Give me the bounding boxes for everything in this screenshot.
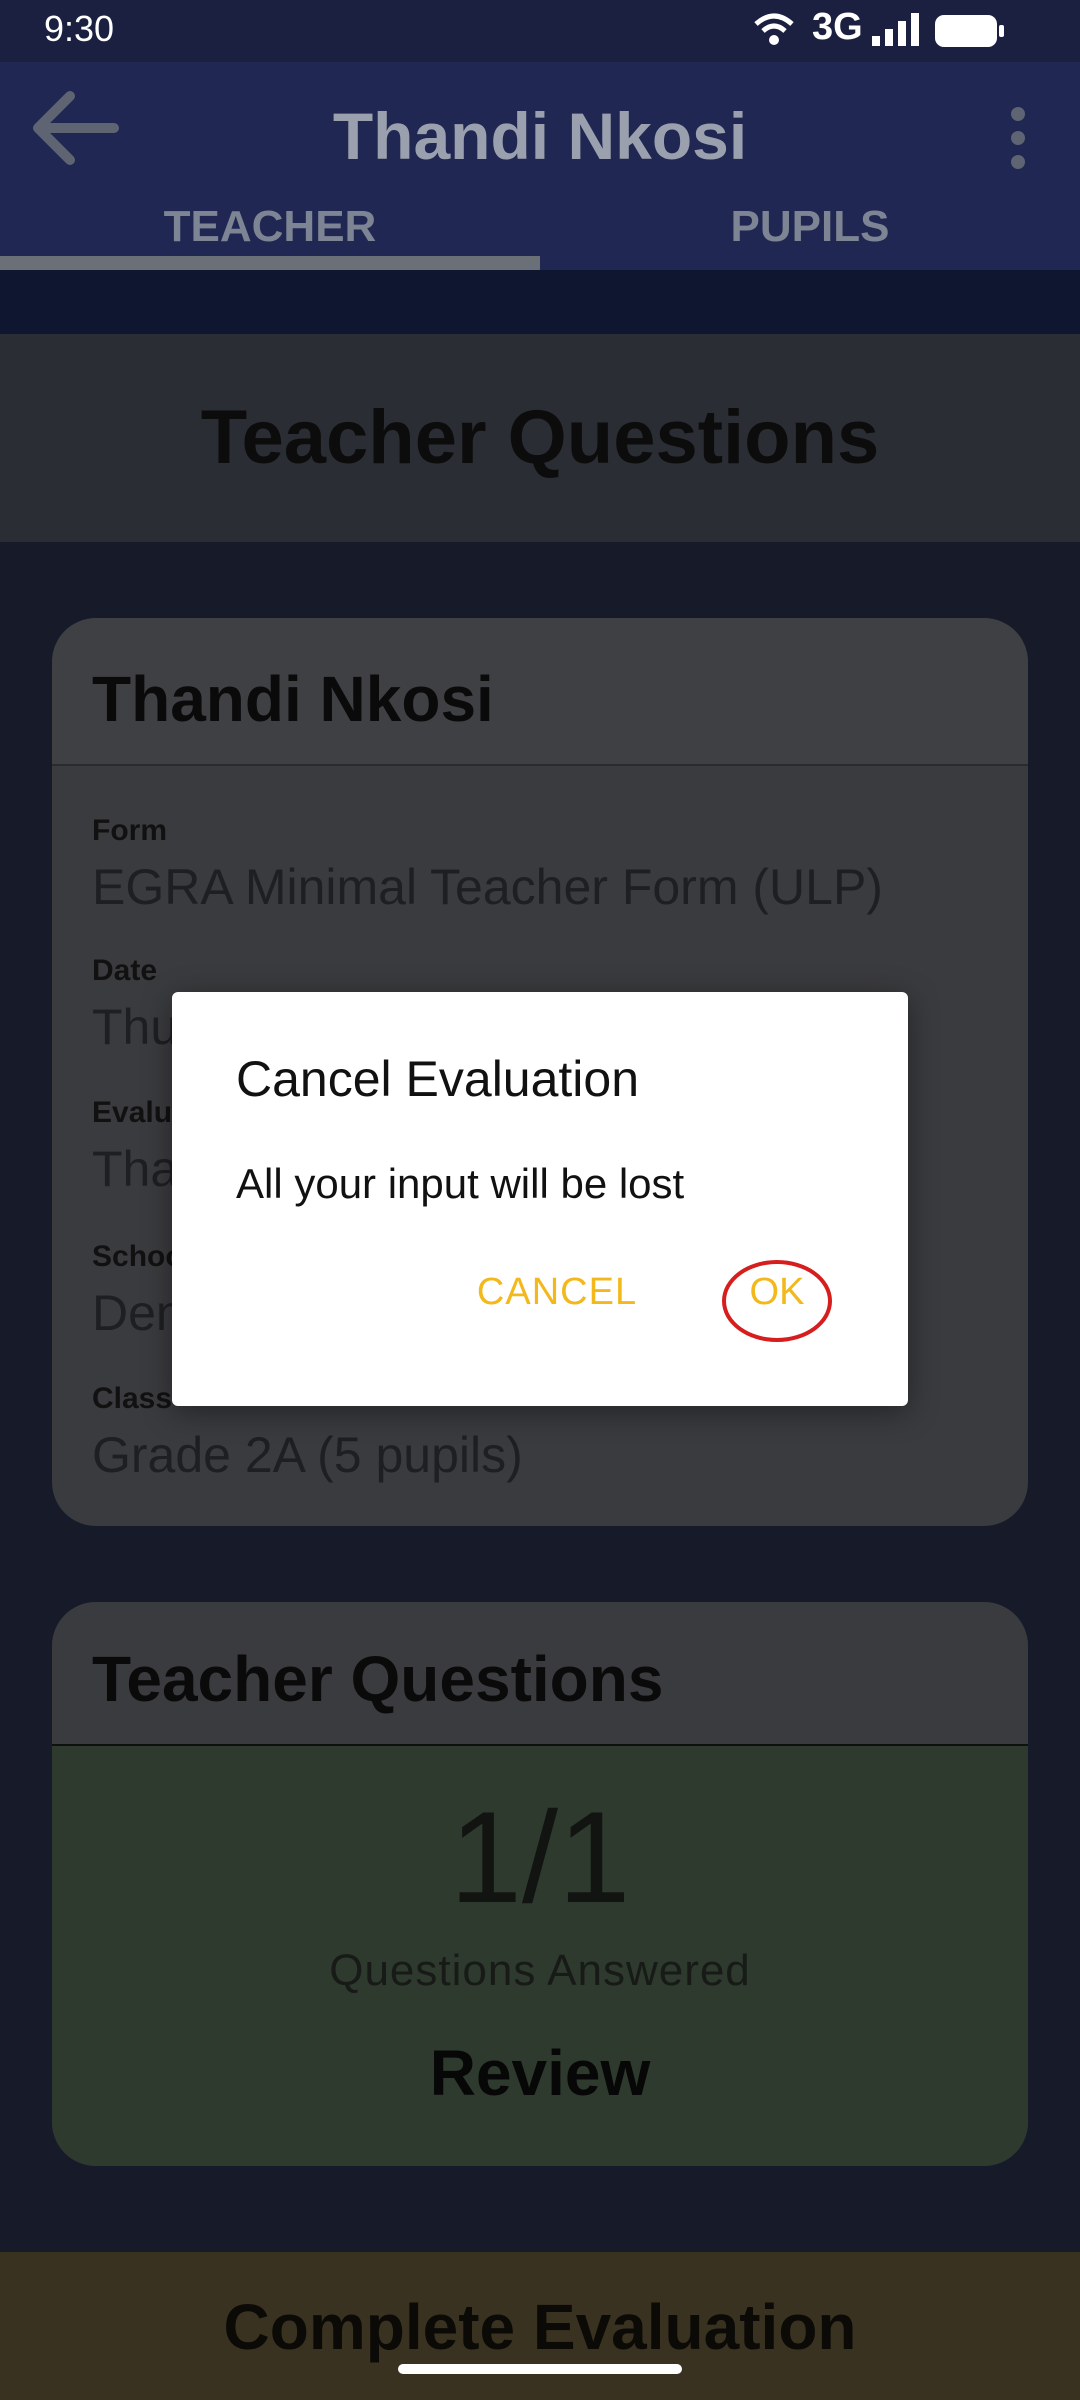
status-bar: 9:30 3G [0,0,1080,62]
complete-evaluation-button[interactable]: Complete Evaluation [0,2252,1080,2400]
dialog-ok-button[interactable]: OK [722,1252,832,1332]
tab-pupils[interactable]: PUPILS [540,178,1080,270]
home-indicator[interactable] [398,2364,682,2374]
teacher-questions-card[interactable]: Teacher Questions 1/1 Questions Answered… [52,1602,1028,2166]
questions-count: 1/1 [449,1784,631,1930]
network-type: 3G [812,6,863,48]
app-title: Thandi Nkosi [332,99,748,173]
card-header: Thandi Nkosi [52,618,1028,766]
field-label-school: Schoo [92,1240,184,1273]
page-title-band: Teacher Questions [0,334,1080,542]
field-value-evaluator: Tha [92,1141,179,1197]
signal-icon [870,12,922,51]
wifi-icon [752,12,796,53]
field-value-form: EGRA Minimal Teacher Form (ULP) [92,859,883,915]
dialog-message: All your input will be lost [236,1160,685,1207]
field-value-school: Den [92,1285,184,1341]
tab-indicator [0,256,540,270]
status-time: 9:30 [44,8,115,49]
page-title: Teacher Questions [200,395,880,480]
dialog-cancel-button[interactable]: CANCEL [472,1252,642,1332]
teacher-name: Thandi Nkosi [92,663,494,735]
battery-icon [934,14,1006,53]
field-label-evaluator: Evalu [92,1096,173,1129]
overflow-menu-button[interactable] [998,100,1038,180]
complete-evaluation-label: Complete Evaluation [223,2291,857,2363]
field-value-class: Grade 2A (5 pupils) [92,1427,523,1483]
screen: 9:30 3G Thandi Nkosi TEACHER PUPILS Teac… [0,0,1080,2400]
field-label-class: Class [92,1382,173,1415]
questions-summary: 1/1 Questions Answered Review [52,1746,1028,2166]
dialog-title: Cancel Evaluation [236,1051,640,1107]
questions-caption: Questions Answered [329,1946,751,1995]
questions-card-title: Teacher Questions [92,1643,664,1715]
more-vert-icon [1011,107,1025,169]
review-button[interactable]: Review [52,2036,1028,2110]
card-header: Teacher Questions [52,1602,1028,1746]
field-value-date: Thu [92,999,179,1055]
cancel-evaluation-dialog: Cancel Evaluation All your input will be… [172,992,908,1406]
field-label-form: Form [92,814,167,847]
field-label-date: Date [92,954,158,987]
